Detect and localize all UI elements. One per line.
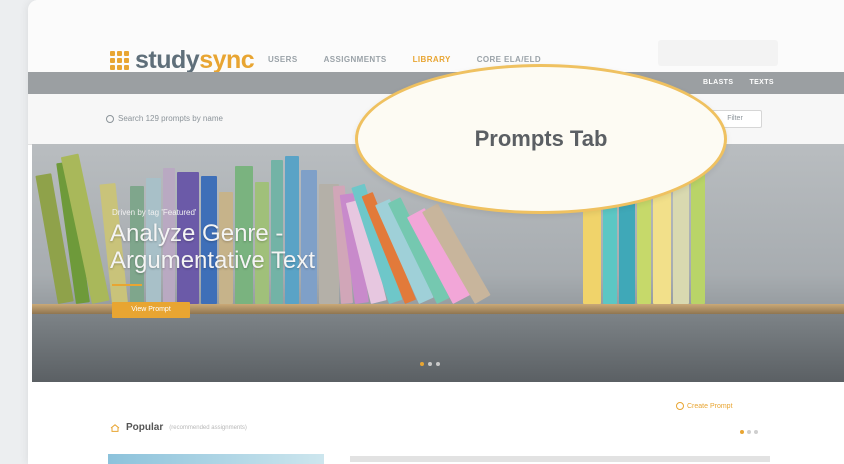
carousel-dot[interactable] (436, 362, 440, 366)
search-icon (106, 114, 114, 123)
app-window: study sync USERS ASSIGNMENTS LIBRARY CORE… (28, 0, 844, 464)
popular-title: Popular (126, 422, 164, 433)
pager-dot[interactable] (747, 430, 751, 434)
hero-carousel-dots (420, 362, 440, 366)
studysync-logo[interactable]: study sync (110, 46, 255, 75)
nav-item-assignments[interactable]: ASSIGNMENTS (324, 55, 387, 64)
pager-dot[interactable] (740, 430, 744, 434)
subnav-items: BLASTS TEXTS (655, 79, 774, 86)
nav-item-core-ela-eld[interactable]: CORE ELA/ELD (477, 55, 541, 64)
prompt-search-input[interactable]: Search 129 prompts by name (106, 114, 223, 123)
logo-text-study: study (135, 46, 200, 74)
create-prompt-link[interactable]: Create Prompt (676, 402, 733, 410)
popular-subtitle: (recommended assignments) (169, 424, 247, 431)
home-icon (110, 423, 120, 432)
top-header: study sync USERS ASSIGNMENTS LIBRARY CORE… (28, 0, 844, 75)
hero-title: Analyze Genre - Argumentative Text (110, 220, 315, 274)
popular-thumbnail[interactable] (108, 454, 324, 464)
callout-label: Prompts Tab (474, 126, 608, 151)
popular-heading: Popular (recommended assignments) (110, 422, 247, 433)
carousel-dot[interactable] (428, 362, 432, 366)
hero-divider (112, 284, 142, 286)
pager-dot[interactable] (754, 430, 758, 434)
subnav-item-blasts[interactable]: BLASTS (703, 79, 733, 86)
popular-section: Create Prompt Popular (recommended assig… (28, 382, 844, 464)
prompts-tab-callout: Prompts Tab (355, 64, 727, 214)
popular-pager-dots (740, 430, 758, 434)
create-prompt-label: Create Prompt (687, 402, 733, 410)
nav-item-library[interactable]: LIBRARY (413, 55, 451, 64)
logo-mark-icon (110, 51, 129, 70)
plus-circle-icon (676, 402, 684, 410)
shelf-shadow (32, 314, 844, 382)
hero-kicker: Driven by tag 'Featured' (112, 208, 197, 217)
header-search-area[interactable] (658, 40, 778, 66)
logo-text-sync: sync (199, 46, 255, 74)
popular-row-text (350, 456, 770, 462)
carousel-dot[interactable] (420, 362, 424, 366)
nav-item-users[interactable]: USERS (268, 55, 298, 64)
view-prompt-button[interactable]: View Prompt (112, 302, 190, 318)
search-placeholder: Search 129 prompts by name (118, 114, 223, 123)
subnav-item-texts[interactable]: TEXTS (749, 79, 774, 86)
main-nav: USERS ASSIGNMENTS LIBRARY CORE ELA/ELD (268, 55, 541, 64)
